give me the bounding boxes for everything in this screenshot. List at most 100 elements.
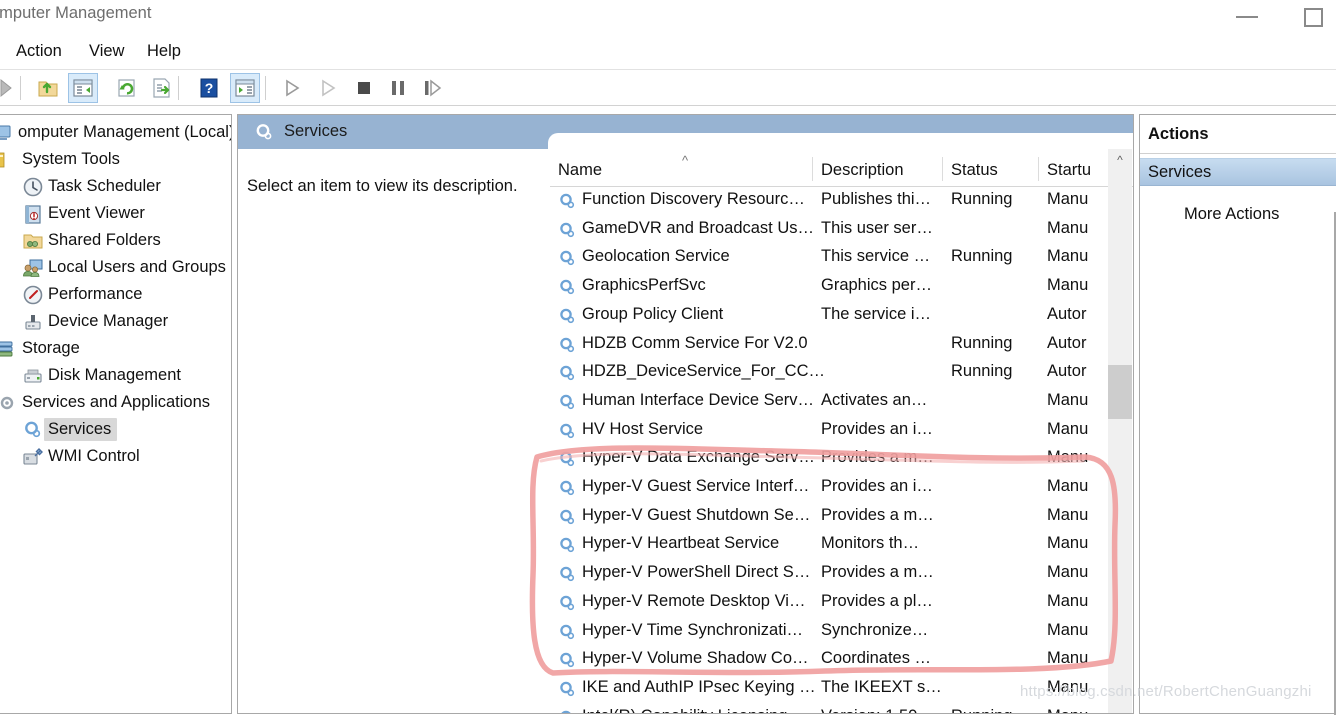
service-row[interactable]: Hyper-V Guest Service Interf… Provides an… — [550, 474, 1133, 503]
service-row[interactable]: HDZB Comm Service For V2.0 Running Autor — [550, 331, 1133, 360]
service-startup-cell: Manu — [1047, 276, 1089, 295]
service-row[interactable]: HV Host Service Provides an i… Manu — [550, 417, 1133, 446]
service-status-cell: Running — [951, 362, 1013, 381]
scrollbar-thumb[interactable] — [1108, 365, 1132, 419]
service-gear-icon — [560, 365, 575, 381]
service-description-cell: Provides an i… — [821, 419, 933, 438]
service-startup-cell: Manu — [1047, 505, 1089, 524]
menu-item-help[interactable]: Help — [143, 42, 185, 61]
window-title: omputer Management — [0, 4, 152, 22]
service-gear-icon — [560, 624, 575, 639]
toolbar-button-restart-service[interactable] — [417, 73, 447, 103]
stop-square-icon — [358, 82, 370, 94]
service-gear-icon — [560, 308, 575, 323]
minimize-button[interactable] — [1225, 0, 1271, 34]
toolbar-button-start-service[interactable] — [277, 73, 307, 103]
tab-notch — [548, 133, 1133, 150]
column-header-description[interactable]: Description — [821, 161, 904, 180]
pause-bars-icon — [392, 81, 404, 95]
services-scrollbar[interactable]: ^ — [1108, 149, 1132, 713]
tree-item-local-users-and-groups[interactable]: Local Users and Groups — [0, 254, 226, 281]
actions-divider — [1140, 153, 1336, 154]
tree-item-performance[interactable]: Performance — [0, 281, 142, 308]
tree-item-label: Storage — [22, 339, 80, 357]
service-row[interactable]: Geolocation Service This service … Running… — [550, 244, 1133, 273]
column-header-status[interactable]: Status — [951, 161, 998, 180]
gear-icon — [256, 124, 272, 140]
menu-item-view[interactable]: View — [85, 42, 128, 61]
service-status-cell: Running — [951, 707, 1012, 713]
service-startup-cell: Manu — [1047, 534, 1089, 553]
toolbar-button-resume-service[interactable] — [313, 73, 343, 103]
toolbar: ? — [0, 70, 1336, 106]
tree-item-system-tools[interactable]: System Tools — [0, 146, 120, 173]
tree-item-services[interactable]: Services — [0, 416, 118, 443]
service-row[interactable]: Hyper-V Data Exchange Serv… Provides a m…… — [550, 445, 1133, 474]
service-row[interactable]: Human Interface Device Serv… Activates an… — [550, 388, 1133, 417]
service-row[interactable]: Hyper-V PowerShell Direct S… Provides a m… — [550, 560, 1133, 589]
service-name-cell: GameDVR and Broadcast Us… — [582, 218, 815, 237]
service-row[interactable]: Hyper-V Remote Desktop Vi… Provides a pl…… — [550, 589, 1133, 618]
toolbar-button-pause-service[interactable] — [383, 73, 413, 103]
service-description-cell: The service i… — [821, 304, 932, 323]
service-row[interactable]: Hyper-V Heartbeat Service Monitors th… Man… — [550, 531, 1133, 560]
service-row[interactable]: Group Policy Client The service i… Autor — [550, 302, 1133, 331]
toolbar-button-show-console-tree[interactable] — [68, 73, 98, 103]
tree-item-wmi-control[interactable]: WMI Control — [0, 443, 140, 470]
toolbar-button-stop-service[interactable] — [349, 73, 379, 103]
disk-icon — [22, 365, 44, 387]
tree-item-device-manager[interactable]: Device Manager — [0, 308, 168, 335]
tree-item-label: WMI Control — [48, 447, 140, 465]
storage-icon — [0, 338, 18, 360]
clock-icon — [22, 176, 44, 198]
service-description-cell: Coordinates … — [821, 649, 932, 668]
export-list-green-icon — [153, 78, 170, 98]
tree-item-disk-management[interactable]: Disk Management — [0, 362, 181, 389]
services-pane-title: Services — [284, 122, 348, 140]
service-row[interactable]: Hyper-V Guest Shutdown Se… Provides a m… M… — [550, 503, 1133, 532]
tree-item-event-viewer[interactable]: Event Viewer — [0, 200, 145, 227]
refresh-green-icon — [118, 79, 135, 97]
service-startup-cell: Manu — [1047, 563, 1089, 582]
service-row[interactable]: Hyper-V Volume Shadow Co… Coordinates … Ma… — [550, 646, 1133, 675]
column-header-name[interactable]: Name — [558, 161, 602, 180]
column-divider[interactable] — [942, 157, 943, 181]
toolbar-button-refresh[interactable] — [112, 73, 142, 103]
tree-item-omputer-management-local[interactable]: omputer Management (Local) — [0, 119, 231, 146]
shared-folder-icon — [22, 230, 44, 252]
service-description-cell: Monitors th… — [821, 534, 920, 553]
column-divider[interactable] — [812, 157, 813, 181]
service-startup-cell: Manu — [1047, 390, 1089, 409]
service-row[interactable]: HDZB_DeviceService_For_CC… Running Autor — [550, 359, 1133, 388]
play-triangle-icon — [286, 79, 300, 97]
service-startup-cell: Autor — [1047, 333, 1087, 352]
toolbar-button-help[interactable]: ? — [194, 73, 224, 103]
service-row[interactable]: Intel(R) Capability Licensing Version: 1.… — [550, 704, 1133, 713]
scroll-up-arrow-icon[interactable]: ^ — [1108, 149, 1132, 171]
maximize-button[interactable] — [1293, 0, 1336, 34]
sort-ascending-icon: ^ — [682, 153, 689, 168]
toolbar-button-back-arrow[interactable] — [0, 73, 22, 103]
tree-item-services-and-applications[interactable]: Services and Applications — [0, 389, 210, 416]
toolbar-button-show-action-pane[interactable] — [230, 73, 260, 103]
service-startup-cell: Manu — [1047, 591, 1089, 610]
toolbar-button-export-list[interactable] — [147, 73, 177, 103]
toolbar-button-show-folder[interactable] — [33, 73, 63, 103]
action-more-actions[interactable]: More Actions — [1184, 205, 1279, 224]
tree-item-storage[interactable]: Storage — [0, 335, 80, 362]
menu-item-action[interactable]: Action — [12, 42, 66, 61]
tree-item-task-scheduler[interactable]: Task Scheduler — [0, 173, 161, 200]
service-name-cell: Human Interface Device Serv… — [582, 390, 815, 409]
service-status-cell: Running — [951, 190, 1013, 208]
service-row[interactable]: Hyper-V Time Synchronizati… Synchronize… M… — [550, 618, 1133, 647]
actions-group-services[interactable]: Services — [1140, 158, 1336, 186]
service-name-cell: Hyper-V Guest Service Interf… — [582, 477, 810, 495]
column-header-startu[interactable]: Startu — [1047, 161, 1091, 180]
tree-item-shared-folders[interactable]: Shared Folders — [0, 227, 161, 254]
column-divider[interactable] — [1038, 157, 1039, 181]
toolbar-separator — [178, 76, 179, 100]
service-row[interactable]: GraphicsPerfSvc Graphics per… Manu — [550, 273, 1133, 302]
service-row[interactable]: GameDVR and Broadcast Us… This user ser… M… — [550, 216, 1133, 245]
tree-item-label: Disk Management — [48, 366, 181, 384]
service-row[interactable]: Function Discovery Resourc… Publishes thi… — [550, 187, 1133, 216]
